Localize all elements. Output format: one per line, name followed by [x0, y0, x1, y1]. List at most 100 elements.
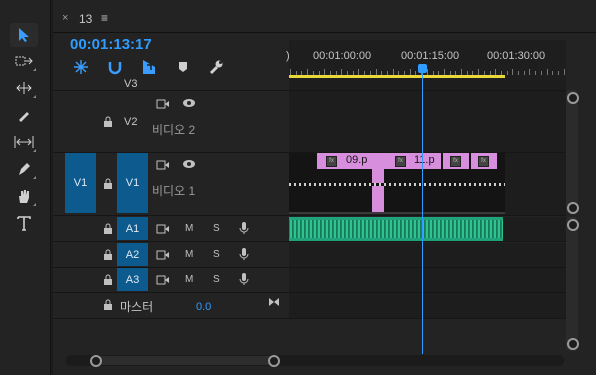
track-target-v1[interactable]: V1 — [117, 153, 148, 213]
fx-badge: fx — [450, 156, 461, 167]
ruler-label-3: 00:01:30:00 — [487, 50, 546, 62]
close-tab-icon[interactable]: × — [62, 12, 68, 24]
scroll-knob-right[interactable] — [268, 355, 280, 367]
track-a2-area[interactable] — [289, 243, 566, 268]
master-track-header[interactable]: 마스터 0.0 — [53, 293, 289, 319]
tab-menu-icon[interactable]: ≡ — [101, 11, 108, 25]
track-v1-name: 비디오 1 — [152, 184, 196, 198]
type-tool[interactable] — [10, 211, 38, 235]
lock-icon[interactable] — [103, 299, 113, 310]
microphone-icon[interactable] — [239, 247, 249, 261]
audio-end-icon[interactable] — [268, 297, 280, 307]
track-a1-header[interactable]: A1 M S — [53, 217, 289, 242]
scroll-knob-top[interactable] — [567, 92, 579, 104]
playhead-timecode[interactable]: 00:01:13:17 — [70, 36, 152, 53]
razor-tool[interactable] — [10, 103, 38, 127]
video-scrollbar[interactable] — [566, 90, 578, 214]
tools-panel — [0, 0, 51, 375]
ruler-tick — [557, 71, 559, 75]
sequence-tab-name[interactable]: 13 — [79, 12, 92, 26]
track-target-a1[interactable]: A1 — [117, 217, 148, 240]
wrench-icon — [209, 60, 223, 75]
magnet-icon — [108, 62, 122, 75]
source-patch-v1[interactable]: V1 — [65, 153, 96, 213]
pen-icon — [19, 163, 30, 175]
ruler-tick — [563, 69, 565, 75]
track-a3-header[interactable]: A3 M S — [53, 268, 289, 293]
track-target-a2[interactable]: A2 — [117, 243, 148, 266]
ruler-tick — [523, 71, 525, 75]
track-v1-header[interactable]: V1 V1 비디오 1 — [53, 153, 289, 216]
eye-icon[interactable] — [182, 159, 196, 169]
work-area-bar[interactable] — [289, 75, 505, 78]
pen-tool[interactable] — [10, 157, 38, 181]
clip-label: 09.p — [346, 154, 368, 166]
scroll-knob-left[interactable] — [90, 355, 102, 367]
master-track-area[interactable] — [289, 293, 566, 319]
lock-icon[interactable] — [103, 249, 113, 260]
clip-09[interactable]: fx 09.p — [317, 153, 372, 169]
horizontal-scroll-thumb[interactable] — [92, 356, 275, 365]
track-a3-area[interactable] — [289, 268, 566, 293]
timeline-settings-button[interactable] — [207, 58, 225, 76]
track-v3-header[interactable]: V3 — [53, 78, 289, 91]
ruler-tick — [518, 71, 519, 75]
scroll-knob-bottom[interactable] — [567, 338, 579, 350]
fx-badge: fx — [395, 156, 406, 167]
sync-lock-icon[interactable] — [156, 224, 170, 234]
master-volume-value[interactable]: 0.0 — [196, 301, 211, 313]
scroll-knob-bottom[interactable] — [567, 202, 579, 214]
track-select-tool[interactable] — [10, 49, 38, 73]
add-marker-button[interactable] — [174, 58, 192, 76]
mute-button[interactable]: M — [185, 223, 193, 234]
sync-lock-icon[interactable] — [156, 250, 170, 260]
tab-divider — [53, 32, 596, 33]
track-v2-header[interactable]: V2 비디오 2 — [53, 91, 289, 153]
solo-button[interactable]: S — [213, 274, 220, 285]
solo-button[interactable]: S — [213, 223, 220, 234]
slip-tool[interactable] — [10, 130, 38, 154]
solo-button[interactable]: S — [213, 249, 220, 260]
ruler-tick — [535, 71, 537, 75]
nest-toggle[interactable] — [72, 58, 90, 76]
lock-icon[interactable] — [103, 223, 113, 234]
mute-button[interactable]: M — [185, 249, 193, 260]
ruler-tick — [529, 69, 531, 75]
lock-icon[interactable] — [103, 274, 113, 285]
hand-tool[interactable] — [10, 184, 38, 208]
clip-4[interactable]: fx — [471, 153, 497, 169]
track-v2-area[interactable] — [289, 91, 566, 153]
sync-lock-icon[interactable] — [156, 275, 170, 285]
track-v3-area[interactable] — [289, 80, 566, 91]
selection-tool[interactable] — [10, 23, 38, 47]
razor-icon — [19, 112, 29, 122]
track-target-a3[interactable]: A3 — [117, 268, 148, 291]
ruler-label-1: 00:01:00:00 — [313, 50, 372, 62]
eye-icon[interactable] — [182, 98, 196, 108]
clip-3[interactable]: fx — [443, 153, 469, 169]
marker-icon — [179, 62, 187, 72]
ripple-edit-tool[interactable] — [10, 76, 38, 100]
type-icon — [17, 216, 31, 231]
timeline-tab-bar: × 13 ≡ — [53, 0, 596, 32]
fx-badge: fx — [478, 156, 489, 167]
playhead-line[interactable] — [422, 70, 423, 354]
scroll-knob-top[interactable] — [567, 219, 579, 231]
linked-selection-toggle[interactable] — [140, 58, 158, 76]
ruler-tick — [512, 69, 514, 75]
microphone-icon[interactable] — [239, 221, 249, 235]
sync-lock-icon[interactable] — [156, 99, 170, 109]
lock-icon[interactable] — [103, 178, 113, 189]
sync-lock-icon[interactable] — [156, 160, 170, 170]
audio-scrollbar[interactable] — [566, 217, 578, 351]
lock-icon[interactable] — [103, 116, 113, 127]
clip-11[interactable]: fx 11.p — [384, 153, 441, 169]
track-v3-label: V3 — [124, 78, 138, 90]
microphone-icon[interactable] — [239, 272, 249, 286]
track-a2-header[interactable]: A2 M S — [53, 243, 289, 268]
mute-button[interactable]: M — [185, 274, 193, 285]
snap-toggle[interactable] — [106, 58, 124, 76]
ruler-tick — [546, 69, 548, 75]
audio-clip-a1[interactable] — [289, 217, 503, 241]
linked-selection-icon — [143, 60, 155, 74]
